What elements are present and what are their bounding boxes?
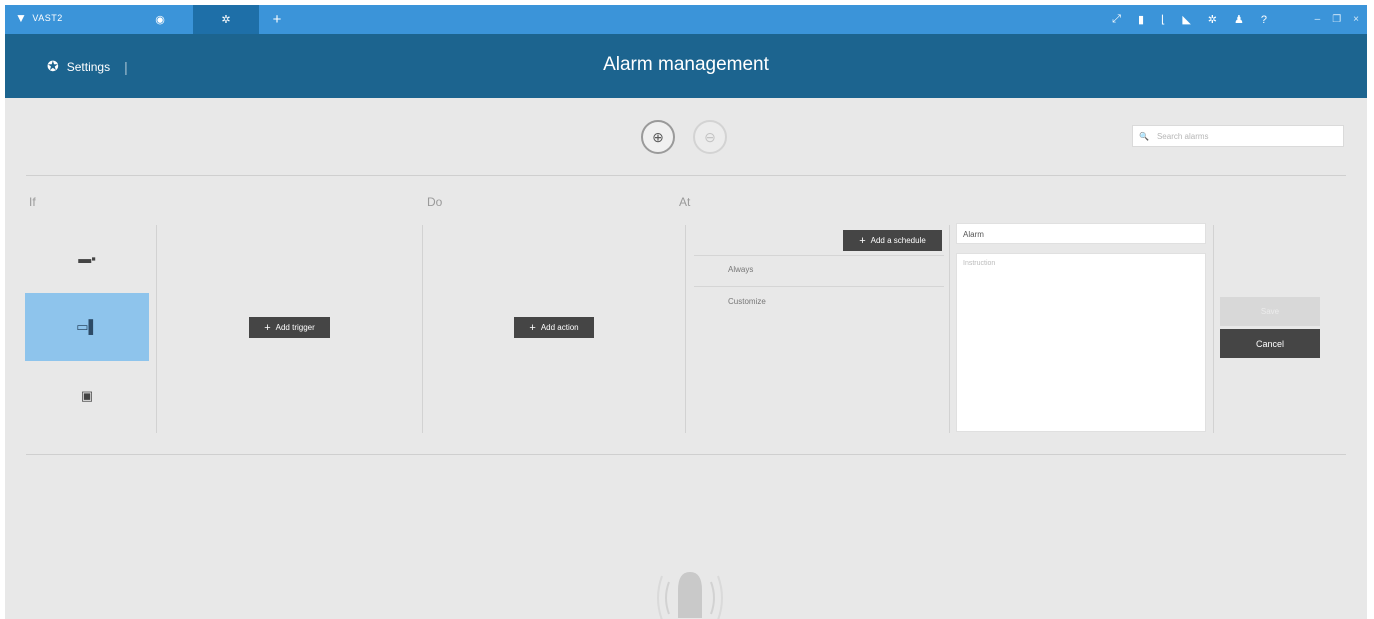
source-monitor[interactable]: ▭▌ [25,293,149,361]
add-action-button[interactable]: + Add action [514,317,594,338]
column-divider [156,225,157,433]
search-input[interactable] [1156,131,1337,141]
alarm-name-field[interactable]: Alarm [956,223,1206,244]
plus-icon: + [264,321,271,334]
eye-icon: ◉ [155,14,165,26]
add-schedule-button[interactable]: + Add a schedule [843,230,942,251]
title-bar: ▼ VAST2 ◉ ✲ + ⤢ ▮ ⌊ ◣ ✲ ♟ ? – ❐ × [5,5,1367,34]
column-divider [685,225,686,433]
search-box[interactable]: 🔍 [1132,125,1344,147]
cancel-button[interactable]: Cancel [1220,329,1320,358]
schedule-divider [694,286,944,287]
add-alarm-button[interactable]: ⊕ [641,120,675,154]
save-button[interactable]: Save [1220,297,1320,326]
source-nvr[interactable]: ▣ [25,362,149,430]
add-trigger-label: Add trigger [275,323,315,332]
close-icon[interactable]: × [1353,14,1359,25]
add-trigger-button[interactable]: + Add trigger [249,317,330,338]
search-icon: 🔍 [1139,131,1149,141]
plus-icon: + [272,11,282,28]
do-section-label: Do [427,195,443,209]
source-camera[interactable]: ▬▪ [25,224,149,292]
brand-label: VAST2 [32,13,63,23]
brand: ▼ VAST2 [15,11,63,25]
at-section-label: At [679,195,691,209]
monitor-icon: ▭▌ [76,319,98,334]
chart-icon[interactable]: ⌊ [1161,13,1165,26]
remove-alarm-icon: ⊖ [704,128,716,145]
top-toolbar: ⤢ ▮ ⌊ ◣ ✲ ♟ ? [1112,5,1267,34]
remove-alarm-button[interactable]: ⊖ [693,120,727,154]
link-icon[interactable]: ⤢ [1112,13,1121,26]
camera-icon: ▬▪ [78,250,96,266]
schedule-always[interactable]: Always [728,265,753,274]
bottom-divider [26,454,1346,455]
tab-settings[interactable]: ✲ [193,5,259,34]
help-icon[interactable]: ? [1261,14,1267,26]
gear-icon[interactable]: ✲ [1208,13,1217,26]
nvr-icon: ▣ [80,388,94,403]
plus-icon: + [859,234,866,247]
export-icon[interactable]: ◣ [1182,13,1190,26]
page-header: ✪ Settings | Alarm management [5,34,1367,98]
book-icon[interactable]: ▮ [1138,13,1144,26]
tab-live-view[interactable]: ◉ [145,5,175,34]
user-icon[interactable]: ♟ [1234,13,1244,26]
page-title: Alarm management [603,54,769,75]
app-window: ▼ VAST2 ◉ ✲ + ⤢ ▮ ⌊ ◣ ✲ ♟ ? – ❐ × ✪ Sett… [5,5,1367,619]
column-divider [949,225,950,433]
add-alarm-icon: ⊕ [652,128,664,145]
alarm-bell-icon [657,572,723,619]
schedule-divider [694,255,944,256]
window-controls: – ❐ × [1315,5,1359,34]
vivotek-logo-icon: ▼ [15,11,28,25]
if-section-label: If [29,195,36,209]
minimize-icon[interactable]: – [1315,14,1321,25]
restore-icon[interactable]: ❐ [1332,14,1341,25]
gear-icon: ✲ [221,14,231,26]
column-divider [1213,225,1214,433]
column-divider [422,225,423,433]
instruction-field[interactable]: Instruction [956,253,1206,432]
tab-add[interactable]: + [267,5,287,34]
schedule-customize[interactable]: Customize [728,297,766,306]
add-schedule-label: Add a schedule [870,236,926,245]
top-divider [26,175,1346,176]
add-action-label: Add action [540,323,579,332]
plus-icon: + [529,321,536,334]
